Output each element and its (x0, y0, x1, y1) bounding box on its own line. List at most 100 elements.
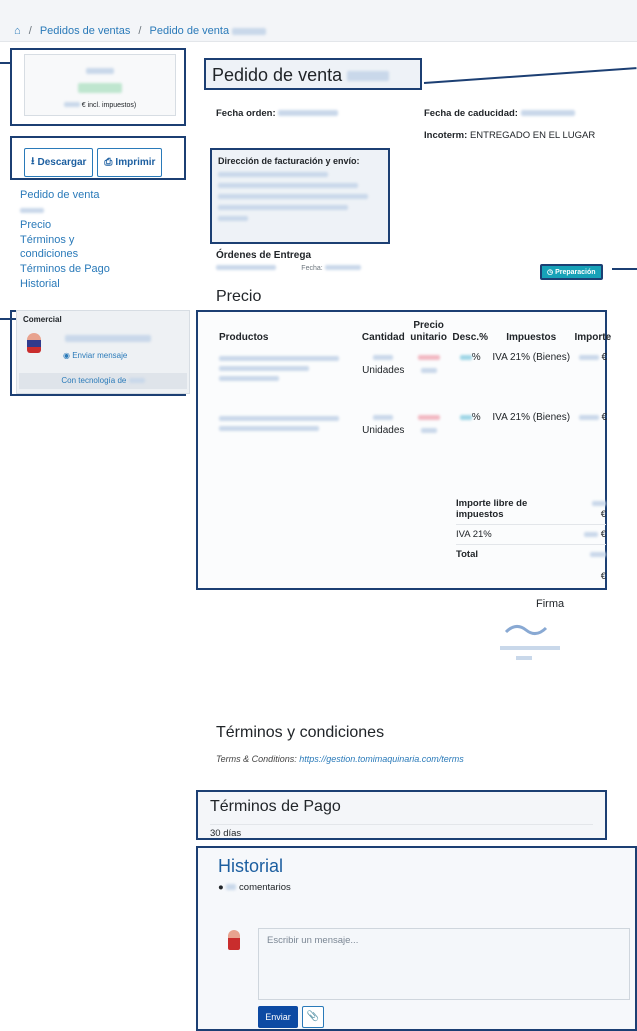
main-content: Pedido de venta Fecha orden: Fecha de ca… (196, 48, 637, 1031)
amount-label-redacted (86, 68, 114, 74)
address-line (218, 183, 358, 188)
address-line (218, 205, 348, 210)
untaxed-value: € (592, 498, 606, 520)
unit-price-redacted (420, 368, 437, 373)
discount-suffix: % (471, 412, 481, 423)
untaxed-redacted (592, 501, 606, 506)
table-row: Unidades % IVA 21% (Bienes) € (218, 346, 613, 406)
tax-total-value: € (584, 529, 606, 540)
unit-price-cell (407, 406, 451, 462)
nav-item-terms[interactable]: Términos y condiciones (20, 233, 100, 261)
avatar (228, 930, 240, 950)
incoterm: Incoterm: ENTREGADO EN EL LUGAR (424, 130, 595, 141)
message-input[interactable]: Escribir un mensaje... (258, 928, 630, 1000)
send-message-link[interactable]: ◉ Enviar mensaje (63, 351, 127, 360)
amount-note-redacted (63, 102, 80, 107)
order-date: Fecha orden: (216, 108, 339, 119)
delivery-ref-redacted[interactable] (216, 265, 276, 270)
amount-redacted (578, 415, 599, 420)
col-discount: Desc.% (452, 332, 488, 343)
page-title: Pedido de venta (204, 58, 422, 90)
breadcrumb-sales-order[interactable]: Pedido de venta (150, 25, 230, 37)
discount-redacted (459, 355, 472, 360)
col-amount: Importe (574, 332, 612, 343)
currency: € (600, 509, 606, 520)
breadcrumb-separator: / (138, 25, 142, 37)
avatar (27, 333, 41, 353)
tax-total-label: IVA 21% (456, 529, 492, 540)
unit-price-redacted (417, 355, 440, 360)
quantity-redacted (373, 415, 394, 420)
expiry-date-redacted (520, 110, 575, 116)
incoterm-label: Incoterm: (424, 130, 468, 141)
amount-cell: € (573, 406, 613, 462)
grand-total-value: € (590, 549, 606, 582)
price-heading: Precio (216, 288, 262, 305)
chat-icon: ◉ (63, 351, 70, 360)
order-date-redacted (278, 110, 339, 116)
send-button[interactable]: Enviar (258, 1006, 298, 1028)
untaxed-row: Importe libre de impuestos € (456, 494, 606, 524)
untaxed-label: Importe libre de impuestos (456, 498, 528, 520)
download-button[interactable]: ⭳ Descargar (24, 148, 94, 177)
unit-price-redacted (420, 428, 437, 433)
terms-text: Terms & Conditions: https://gestion.tomi… (216, 754, 464, 764)
address-heading: Dirección de facturación y envío: (218, 156, 360, 166)
commercial-card: Comercial ◉ Enviar mensaje Con tecnologí… (16, 310, 190, 394)
nav-item-sales-order[interactable]: Pedido de venta (20, 188, 110, 202)
totals-block: Importe libre de impuestos € IVA 21% € T… (456, 494, 606, 586)
grand-total-label: Total (456, 549, 478, 560)
unit-price-redacted (417, 415, 440, 420)
nav-item-payment-terms[interactable]: Términos de Pago (20, 262, 110, 276)
paperclip-icon: 📎 (306, 1011, 320, 1022)
billing-address: Dirección de facturación y envío: (210, 148, 390, 244)
order-date-label: Fecha orden: (216, 108, 276, 119)
address-line (218, 172, 328, 177)
page-title-text: Pedido de venta (212, 65, 343, 85)
discount-cell: % (451, 346, 490, 406)
download-label: Descargar (37, 157, 87, 168)
order-lines-table: Productos Cantidad Precio unitario Desc.… (218, 318, 613, 462)
currency: € (600, 529, 606, 540)
unit-price-cell (407, 346, 451, 406)
terms-heading: Términos y condiciones (216, 724, 385, 741)
unit-label: Unidades (362, 425, 405, 436)
discount-suffix: % (471, 352, 481, 363)
amount-cell: € (573, 346, 613, 406)
print-label: Imprimir (115, 157, 156, 168)
expiry-date: Fecha de caducidad: (424, 108, 575, 119)
product-name-redacted (219, 366, 309, 371)
quantity-cell: Unidades (360, 406, 407, 462)
print-button[interactable]: ⎙ Imprimir (97, 148, 163, 177)
payment-terms-value: 30 días (210, 824, 593, 839)
terms-url-link[interactable]: https://gestion.tomimaquinaria.com/terms (299, 754, 464, 764)
home-icon[interactable]: ⌂ (14, 25, 21, 37)
print-icon: ⎙ (104, 157, 113, 168)
sidebar: € incl. impuestos) ⭳ Descargar ⎙ Imprimi… (10, 48, 190, 396)
signature-label: Firma (536, 598, 565, 610)
grand-total-redacted (590, 552, 606, 557)
discount-redacted (459, 415, 472, 420)
delivery-row: Fecha: (216, 265, 361, 272)
quantity-redacted (373, 355, 394, 360)
col-quantity: Cantidad (361, 332, 405, 343)
order-number-redacted (232, 27, 267, 35)
status-badge-label: Preparación (555, 269, 596, 276)
nav-item-history[interactable]: Historial (20, 277, 110, 291)
currency: € (600, 571, 606, 582)
product-name-redacted (219, 416, 339, 421)
nav-item-price[interactable]: Precio (20, 218, 110, 232)
commercial-title: Comercial (23, 315, 62, 324)
product-name-redacted (219, 426, 319, 431)
nav-order-number-redacted (20, 208, 44, 213)
tax-cell: IVA 21% (Bienes) (492, 352, 571, 363)
breadcrumb-sales-orders[interactable]: Pedidos de ventas (40, 25, 131, 37)
delivery-date-label: Fecha: (301, 265, 323, 272)
status-badge: ◷ Preparación (540, 264, 603, 280)
order-number-redacted (347, 71, 390, 82)
delivery-date-redacted (324, 265, 361, 270)
attach-button[interactable]: 📎 (302, 1006, 324, 1028)
price-section: Productos Cantidad Precio unitario Desc.… (196, 310, 611, 590)
terms-prefix: Terms & Conditions: (216, 754, 297, 764)
col-unit-price: Precio unitario (410, 320, 447, 343)
